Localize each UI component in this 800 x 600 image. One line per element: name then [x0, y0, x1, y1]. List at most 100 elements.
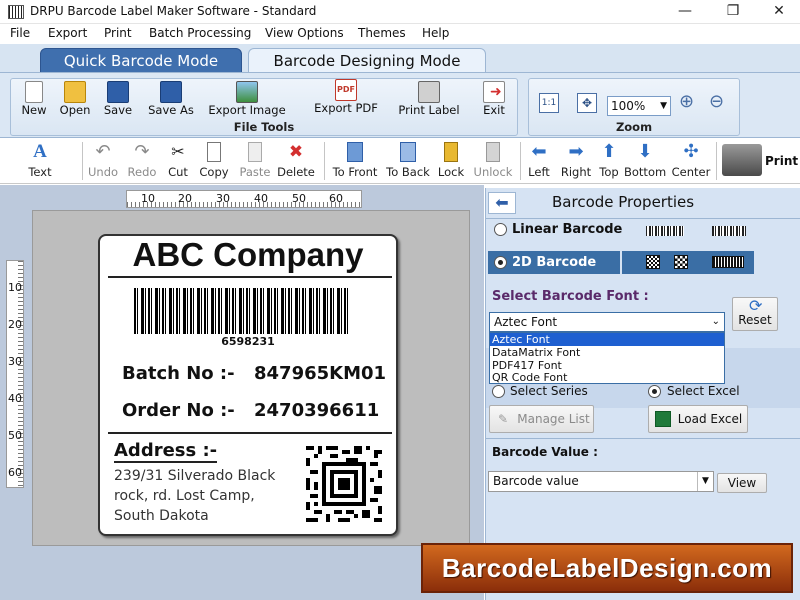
align-bottom-button[interactable]: ⬇ Bottom — [624, 141, 667, 180]
cut-button[interactable]: ✂ Cut — [166, 142, 190, 179]
close-button[interactable]: ✕ — [756, 0, 800, 24]
barcode-label[interactable]: ABC Company 6598231 Batch No :- 847965KM… — [98, 234, 398, 536]
save-as-label: Save As — [148, 103, 194, 117]
print-label-label: Print Label — [398, 103, 460, 117]
delete-label: Delete — [277, 165, 315, 179]
menu-file[interactable]: File — [10, 26, 30, 40]
redo-label: Redo — [127, 165, 157, 179]
font-option-qrcode[interactable]: QR Code Font — [490, 372, 724, 384]
select-excel-label[interactable]: Select Excel — [667, 384, 740, 398]
copy-label: Copy — [199, 165, 229, 179]
reset-button[interactable]: ⟳ Reset — [732, 296, 778, 331]
view-button[interactable]: View — [717, 473, 767, 493]
align-left-button[interactable]: ⬅ Left — [526, 141, 552, 180]
delete-icon: ✖ — [288, 142, 304, 162]
tab-quick-barcode-mode[interactable]: Quick Barcode Mode — [40, 48, 242, 73]
barcode-value-select[interactable]: Barcode value ▼ — [488, 471, 714, 492]
copy-button[interactable]: Copy — [198, 142, 230, 179]
font-option-datamatrix[interactable]: DataMatrix Font — [490, 346, 724, 359]
exit-icon: ➜ — [483, 81, 505, 103]
font-option-aztec[interactable]: Aztec Font — [490, 333, 724, 346]
twod-barcode-radio[interactable] — [494, 256, 507, 269]
zoom-group-label: Zoom — [615, 120, 653, 134]
undo-button[interactable]: ↶ Undo — [88, 142, 118, 180]
center-arrows-icon: ✣ — [683, 141, 699, 162]
aztec-2d-barcode[interactable] — [306, 446, 382, 522]
lock-button[interactable]: Lock — [436, 142, 466, 179]
redo-button[interactable]: ↷ Redo — [126, 142, 158, 180]
ruler-tick-label: 30 — [216, 192, 230, 205]
minimize-button[interactable]: — — [662, 0, 708, 24]
export-image-button[interactable]: Export Image — [207, 81, 287, 117]
address-line[interactable]: South Dakota — [114, 508, 209, 524]
company-name[interactable]: ABC Company — [100, 236, 396, 274]
zoom-select[interactable]: 100% ▼ — [607, 96, 671, 116]
align-center-button[interactable]: ✣ Center — [670, 141, 712, 180]
align-right-button[interactable]: ➡ Right — [560, 142, 592, 180]
excel-icon — [655, 411, 671, 427]
select-series-label[interactable]: Select Series — [510, 384, 588, 398]
new-button[interactable]: New — [19, 81, 49, 117]
save-button[interactable]: Save — [101, 81, 135, 117]
barcode-number[interactable]: 6598231 — [100, 335, 396, 348]
window-title: DRPU Barcode Label Maker Software - Stan… — [30, 4, 317, 18]
barcode-properties-panel: ⬅ Barcode Properties Linear Barcode 2D B… — [485, 188, 800, 600]
menu-view-options[interactable]: View Options — [265, 26, 344, 40]
back-arrow-icon[interactable]: ⬅ — [488, 192, 516, 214]
save-as-button[interactable]: Save As — [145, 81, 197, 117]
address-label[interactable]: Address :- — [114, 440, 218, 463]
new-file-icon — [25, 81, 43, 103]
unlock-label: Unlock — [473, 165, 513, 179]
barcode-font-select[interactable]: Aztec Font ⌄ — [489, 312, 725, 332]
delete-button[interactable]: ✖ Delete — [276, 142, 316, 179]
pdf-icon: PDF — [335, 79, 357, 101]
order-label[interactable]: Order No :- — [122, 400, 235, 421]
divider — [486, 218, 800, 219]
text-tool-button[interactable]: A Text — [26, 142, 54, 180]
load-excel-button[interactable]: Load Excel — [648, 405, 748, 433]
tab-barcode-designing-mode[interactable]: Barcode Designing Mode — [248, 48, 486, 73]
manage-list-button[interactable]: ✎ Manage List — [489, 405, 594, 433]
fit-to-window-icon[interactable]: ✥ — [577, 93, 597, 113]
batch-value[interactable]: 847965KM01 — [254, 363, 386, 384]
align-top-button[interactable]: ⬆ Top — [596, 142, 622, 180]
export-image-icon — [236, 81, 258, 103]
unlock-button[interactable]: Unlock — [472, 142, 514, 179]
menu-export[interactable]: Export — [48, 26, 87, 40]
menu-help[interactable]: Help — [422, 26, 449, 40]
zoom-out-icon[interactable]: ⊖ — [709, 91, 724, 112]
select-series-radio[interactable] — [492, 385, 505, 398]
ruler-tick-label: 60 — [8, 466, 22, 479]
address-line[interactable]: 239/31 Silverado Black — [114, 468, 275, 484]
open-button[interactable]: Open — [55, 81, 95, 117]
linear-barcode[interactable] — [134, 288, 350, 334]
to-front-label: To Front — [332, 165, 378, 179]
align-bottom-label: Bottom — [624, 165, 667, 179]
linear-barcode-label[interactable]: Linear Barcode — [512, 222, 622, 237]
menu-print[interactable]: Print — [104, 26, 132, 40]
printer-icon — [418, 81, 440, 103]
address-line[interactable]: rock, rd. Lost Camp, — [114, 488, 255, 504]
order-value[interactable]: 2470396611 — [254, 400, 379, 421]
actual-size-icon[interactable]: 1:1 — [539, 93, 559, 113]
barcode-font-selected: Aztec Font — [494, 315, 558, 329]
to-front-button[interactable]: To Front — [330, 142, 380, 179]
arrow-down-icon: ⬇ — [637, 141, 653, 162]
select-excel-radio[interactable] — [648, 385, 661, 398]
linear-barcode-radio[interactable] — [494, 223, 507, 236]
print-icon[interactable] — [722, 144, 762, 176]
to-back-button[interactable]: To Back — [384, 142, 432, 179]
print-label-button[interactable]: Print Label — [396, 81, 462, 117]
menu-batch-processing[interactable]: Batch Processing — [149, 26, 251, 40]
paste-button[interactable]: Paste — [238, 142, 272, 179]
ruler-tick-label: 20 — [178, 192, 192, 205]
batch-label[interactable]: Batch No :- — [122, 363, 235, 384]
exit-button[interactable]: ➜ Exit — [477, 81, 511, 117]
arrow-left-icon: ⬅ — [531, 141, 547, 162]
export-pdf-button[interactable]: PDF Export PDF — [311, 79, 381, 115]
maximize-button[interactable]: ❐ — [710, 0, 756, 24]
zoom-in-icon[interactable]: ⊕ — [679, 91, 694, 112]
twod-barcode-label[interactable]: 2D Barcode — [512, 255, 596, 270]
menu-themes[interactable]: Themes — [358, 26, 406, 40]
print-label[interactable]: Print — [765, 154, 798, 168]
